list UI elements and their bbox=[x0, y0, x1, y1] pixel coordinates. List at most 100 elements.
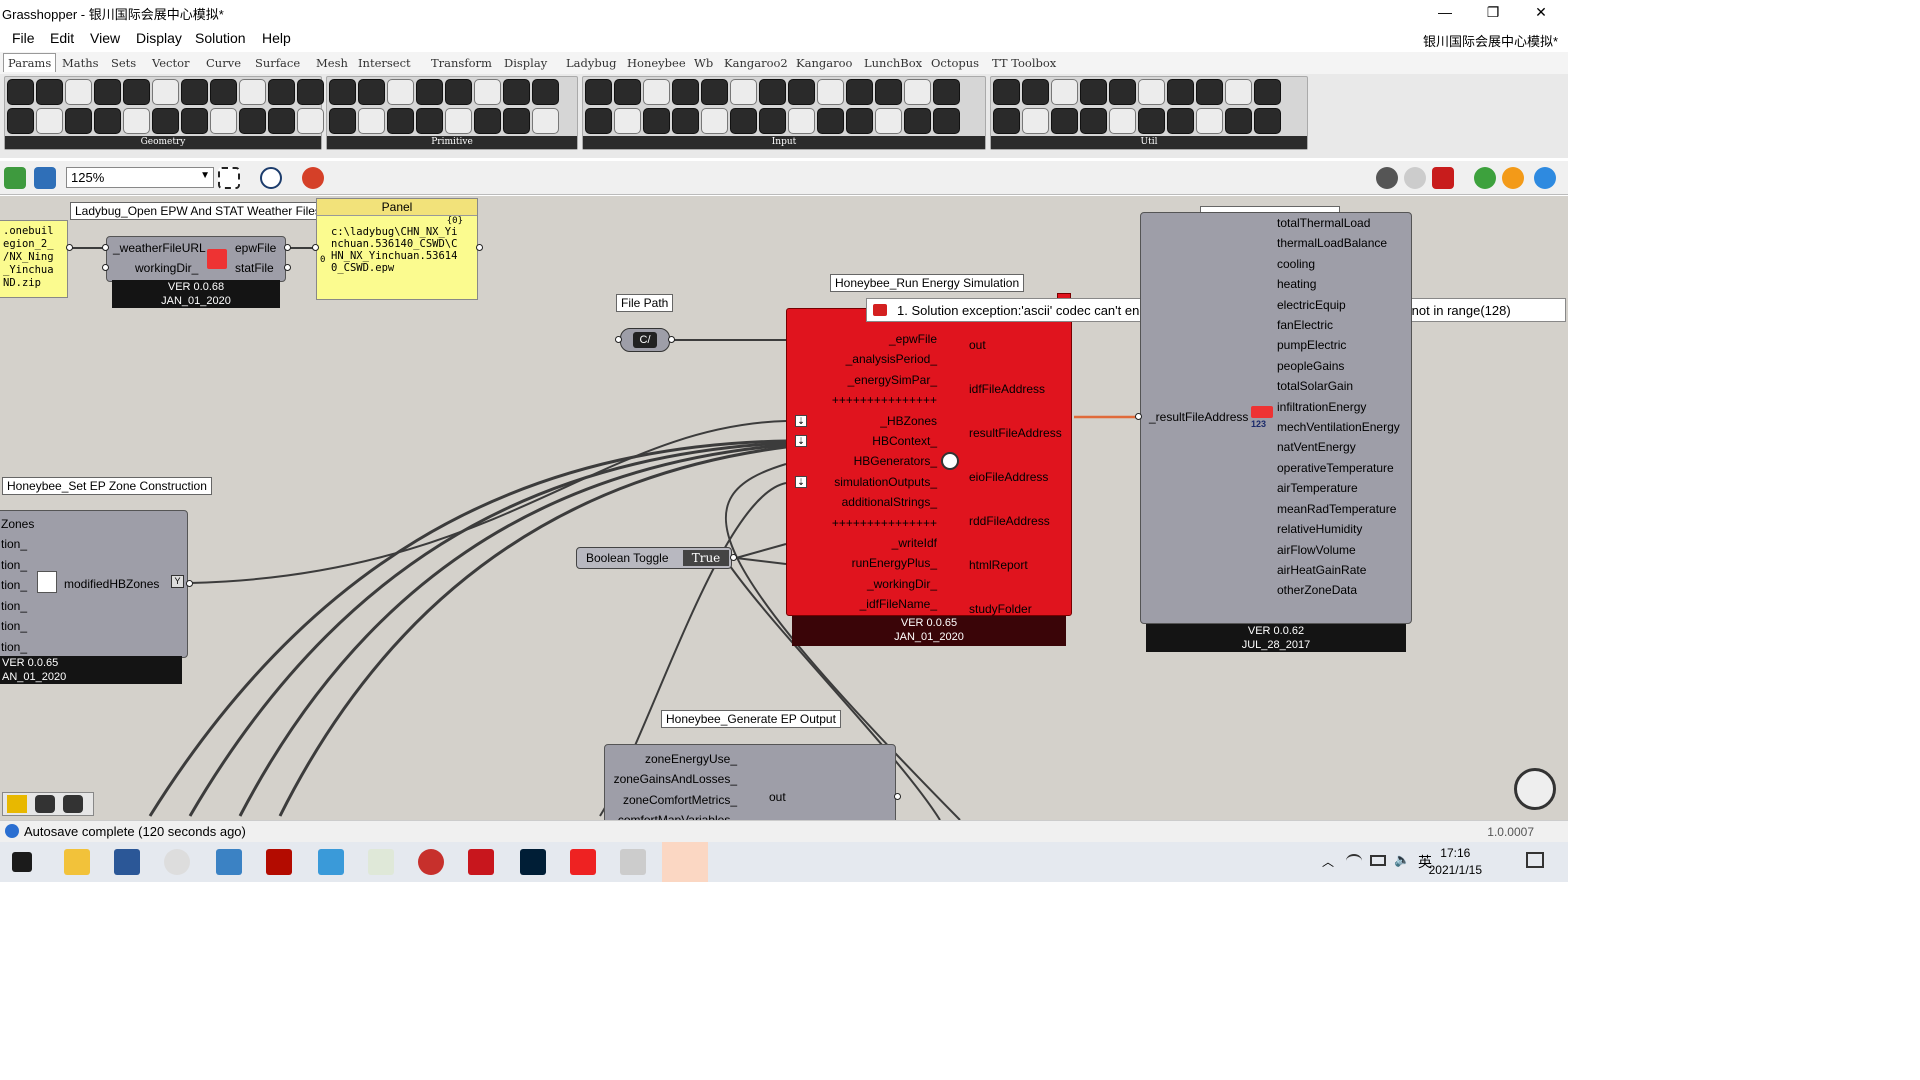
component-tool-icon[interactable] bbox=[759, 79, 786, 105]
render-preview-icon[interactable] bbox=[1502, 167, 1524, 189]
port[interactable] bbox=[668, 336, 675, 343]
component-icon[interactable] bbox=[35, 795, 55, 813]
component-tool-icon[interactable] bbox=[933, 79, 960, 105]
component-tool-icon[interactable] bbox=[152, 108, 179, 134]
output-other-zone-data[interactable]: otherZoneData bbox=[1277, 580, 1400, 600]
tab-vector[interactable]: Vector bbox=[152, 56, 190, 70]
component-tool-icon[interactable] bbox=[643, 108, 670, 134]
port[interactable] bbox=[1135, 413, 1142, 420]
app-icon[interactable] bbox=[318, 849, 344, 875]
output-air-flow-volume[interactable]: airFlowVolume bbox=[1277, 540, 1400, 560]
component-tool-icon[interactable] bbox=[416, 108, 443, 134]
toggle-value[interactable]: True bbox=[683, 550, 729, 566]
port[interactable] bbox=[284, 244, 291, 251]
component-tool-icon[interactable] bbox=[933, 108, 960, 134]
panel-component[interactable]: Panel {0} 0 c:\ladybug\CHN_NX_Yi nchuan.… bbox=[316, 198, 478, 300]
component-tool-icon[interactable] bbox=[1254, 79, 1281, 105]
input-run-energyplus[interactable]: runEnergyPlus_ bbox=[787, 553, 937, 573]
component-tool-icon[interactable] bbox=[788, 79, 815, 105]
component-tool-icon[interactable] bbox=[416, 79, 443, 105]
input-working-dir[interactable]: _workingDir_ bbox=[787, 574, 937, 594]
input-zone-gains-losses[interactable]: zoneGainsAndLosses_ bbox=[605, 769, 737, 789]
autocad-icon[interactable] bbox=[468, 849, 494, 875]
input-construction[interactable]: tion_ bbox=[1, 599, 27, 613]
output-result-file-address[interactable]: resultFileAddress bbox=[969, 411, 1062, 455]
output-nat-vent-energy[interactable]: natVentEnergy bbox=[1277, 437, 1400, 457]
component-tool-icon[interactable] bbox=[1051, 108, 1078, 134]
port[interactable] bbox=[894, 793, 901, 800]
component-tool-icon[interactable] bbox=[1022, 108, 1049, 134]
tab-mesh[interactable]: Mesh bbox=[316, 56, 348, 70]
tab-transform[interactable]: Transform bbox=[431, 56, 492, 70]
component-tool-icon[interactable] bbox=[817, 79, 844, 105]
output-out[interactable]: out bbox=[969, 323, 1062, 367]
output-total-solar-gain[interactable]: totalSolarGain bbox=[1277, 376, 1400, 396]
input-construction[interactable]: tion_ bbox=[1, 619, 27, 633]
component-tool-icon[interactable] bbox=[730, 79, 757, 105]
output-total-thermal-load[interactable]: totalThermalLoad bbox=[1277, 213, 1400, 233]
canvas-navigator-icon[interactable] bbox=[1514, 768, 1556, 810]
component-tool-icon[interactable] bbox=[503, 108, 530, 134]
preview-eye-icon[interactable] bbox=[260, 167, 282, 189]
component-tool-icon[interactable] bbox=[993, 108, 1020, 134]
output-fan-electric[interactable]: fanElectric bbox=[1277, 315, 1400, 335]
input-simulation-outputs[interactable]: simulationOutputs_ bbox=[787, 472, 937, 492]
component-tool-icon[interactable] bbox=[1225, 108, 1252, 134]
component-tool-icon[interactable] bbox=[643, 79, 670, 105]
input-additional-strings[interactable]: additionalStrings_ bbox=[787, 492, 937, 512]
component-tool-icon[interactable] bbox=[210, 108, 237, 134]
preview-shaded-icon[interactable] bbox=[1404, 167, 1426, 189]
component-tool-icon[interactable] bbox=[268, 108, 295, 134]
filepath-icon[interactable] bbox=[63, 795, 83, 813]
component-tool-icon[interactable] bbox=[585, 79, 612, 105]
component-tool-icon[interactable] bbox=[759, 108, 786, 134]
preview-selected-icon[interactable] bbox=[1432, 167, 1454, 189]
component-tool-icon[interactable] bbox=[387, 79, 414, 105]
input-comfort-map-variables[interactable]: comfortMapVariables_ bbox=[605, 810, 737, 820]
component-tool-icon[interactable] bbox=[1022, 79, 1049, 105]
component-tool-icon[interactable] bbox=[730, 108, 757, 134]
component-tool-icon[interactable] bbox=[585, 108, 612, 134]
port[interactable] bbox=[730, 554, 737, 561]
output-idf-file-address[interactable]: idfFileAddress bbox=[969, 367, 1062, 411]
windows-start-icon[interactable] bbox=[12, 852, 32, 872]
file-explorer-icon[interactable] bbox=[64, 849, 90, 875]
output-mech-ventilation-energy[interactable]: mechVentilationEnergy bbox=[1277, 417, 1400, 437]
port[interactable] bbox=[284, 264, 291, 271]
component-tool-icon[interactable] bbox=[1196, 108, 1223, 134]
rhino-icon[interactable] bbox=[620, 849, 646, 875]
component-tool-icon[interactable] bbox=[1167, 79, 1194, 105]
tab-tt-toolbox[interactable]: TT Toolbox bbox=[992, 56, 1056, 70]
component-tool-icon[interactable] bbox=[1138, 108, 1165, 134]
component-tool-icon[interactable] bbox=[329, 108, 356, 134]
tab-surface[interactable]: Surface bbox=[255, 56, 300, 70]
component-tool-icon[interactable] bbox=[358, 79, 385, 105]
zoom-select[interactable]: 125% ▼ bbox=[66, 167, 214, 188]
tab-wb[interactable]: Wb bbox=[694, 56, 713, 70]
output-modified-hbzones[interactable]: modifiedHBZones bbox=[64, 577, 159, 591]
document-preview-icon[interactable] bbox=[1474, 167, 1496, 189]
component-tool-icon[interactable] bbox=[1051, 79, 1078, 105]
weather-component[interactable]: _weatherFileURL workingDir_ epwFile stat… bbox=[106, 236, 286, 282]
display-mode-icon[interactable] bbox=[1534, 167, 1556, 189]
input-construction[interactable]: tion_ bbox=[1, 578, 27, 592]
port[interactable] bbox=[102, 264, 109, 271]
component-tool-icon[interactable] bbox=[268, 79, 295, 105]
component-tool-icon[interactable] bbox=[474, 79, 501, 105]
output-people-gains[interactable]: peopleGains bbox=[1277, 356, 1400, 376]
menu-solution[interactable]: Solution bbox=[195, 30, 246, 46]
input-analysis-period[interactable]: _analysisPeriod_ bbox=[787, 349, 937, 369]
input-write-idf[interactable]: _writeIdf bbox=[787, 533, 937, 553]
menu-display[interactable]: Display bbox=[136, 30, 182, 46]
component-tool-icon[interactable] bbox=[1196, 79, 1223, 105]
battery-icon[interactable] bbox=[1370, 855, 1386, 866]
component-tool-icon[interactable] bbox=[614, 79, 641, 105]
tab-ladybug[interactable]: Ladybug bbox=[566, 56, 616, 70]
input-result-file-address[interactable]: _resultFileAddress bbox=[1149, 410, 1248, 424]
component-tool-icon[interactable] bbox=[846, 108, 873, 134]
component-tool-icon[interactable] bbox=[123, 108, 150, 134]
tab-octopus[interactable]: Octopus bbox=[931, 56, 979, 70]
port[interactable] bbox=[476, 244, 483, 251]
output-mean-rad-temperature[interactable]: meanRadTemperature bbox=[1277, 499, 1400, 519]
app-icon[interactable] bbox=[368, 849, 394, 875]
